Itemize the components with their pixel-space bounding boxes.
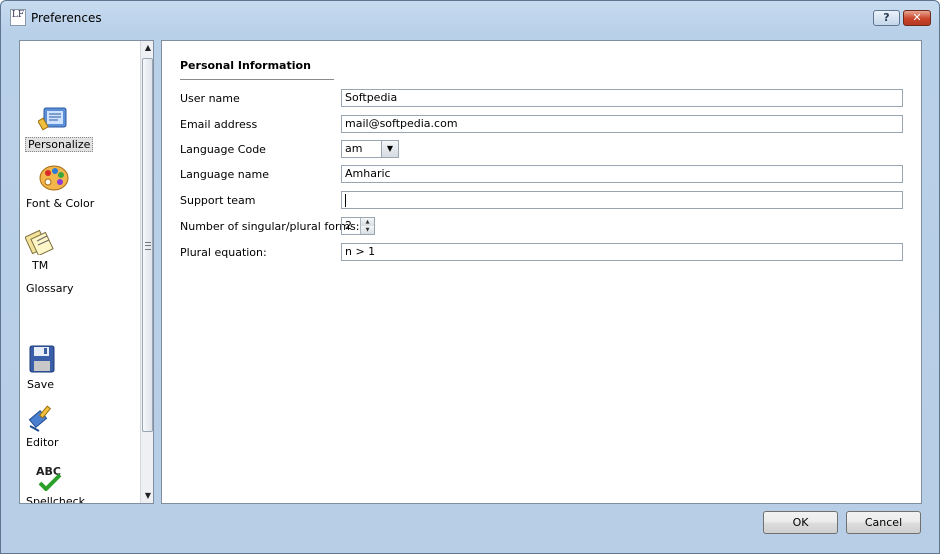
ok-button[interactable]: OK: [763, 511, 838, 534]
plural-equation-label: Plural equation:: [180, 246, 267, 259]
email-field[interactable]: mail@softpedia.com: [341, 115, 903, 133]
help-button[interactable]: ?: [873, 10, 900, 26]
sidebar-item-label: Personalize: [25, 137, 94, 152]
preferences-window: LF Preferences ? ✕ Personalize Font & Co…: [0, 0, 940, 554]
scroll-up-arrow[interactable]: ▲: [141, 41, 153, 55]
title-bar[interactable]: LF Preferences ? ✕: [1, 1, 939, 35]
plural-equation-field[interactable]: n > 1: [341, 243, 903, 261]
text-caret: [345, 193, 346, 207]
language-code-value: am: [345, 142, 363, 155]
brush-icon: [28, 405, 52, 432]
sidebar-item-label: Glossary: [26, 282, 74, 295]
sidebar-item-label: TM: [32, 259, 49, 272]
plural-forms-value: 2: [345, 219, 352, 232]
close-button[interactable]: ✕: [903, 10, 931, 26]
floppy-disk-icon: [29, 345, 55, 373]
user-name-field[interactable]: Softpedia: [341, 89, 903, 107]
language-code-label: Language Code: [180, 143, 266, 156]
language-name-field[interactable]: Amharic: [341, 165, 903, 183]
sidebar-item-label: Spellcheck: [26, 495, 86, 504]
email-label: Email address: [180, 118, 258, 131]
grip-icon: [145, 242, 151, 250]
palette-icon: [39, 165, 69, 191]
section-title: Personal Information: [180, 59, 311, 72]
category-sidebar: Personalize Font & Color TM Glossary Sav…: [19, 40, 154, 504]
support-team-label: Support team: [180, 194, 256, 207]
stepper-up-icon[interactable]: ▲: [360, 218, 374, 226]
tm-icon: [25, 229, 54, 255]
abc-check-icon: ABC: [36, 465, 62, 491]
sidebar-item-label: Font & Color: [26, 197, 95, 210]
support-team-field[interactable]: [341, 191, 903, 209]
chevron-down-icon[interactable]: ▼: [381, 141, 398, 157]
personalize-icon: [38, 107, 67, 131]
sidebar-scrollbar[interactable]: ▲ ▼: [140, 41, 153, 503]
window-title: Preferences: [31, 11, 102, 25]
cancel-button[interactable]: Cancel: [846, 511, 921, 534]
sidebar-item-label: Save: [27, 378, 55, 391]
plural-forms-stepper[interactable]: 2 ▲ ▼: [341, 217, 375, 235]
sidebar-item-label: Editor: [26, 436, 59, 449]
language-name-label: Language name: [180, 168, 269, 181]
scroll-thumb[interactable]: [142, 58, 153, 432]
plural-forms-label: Number of singular/plural forms:: [180, 220, 360, 233]
settings-panel: Personal Information User name Softpedia…: [161, 40, 922, 504]
scroll-down-arrow[interactable]: ▼: [141, 489, 153, 503]
app-icon: LF: [10, 9, 26, 26]
language-code-select[interactable]: am ▼: [341, 140, 399, 158]
stepper-down-icon[interactable]: ▼: [360, 226, 374, 234]
section-divider: [180, 79, 334, 80]
user-name-label: User name: [180, 92, 240, 105]
